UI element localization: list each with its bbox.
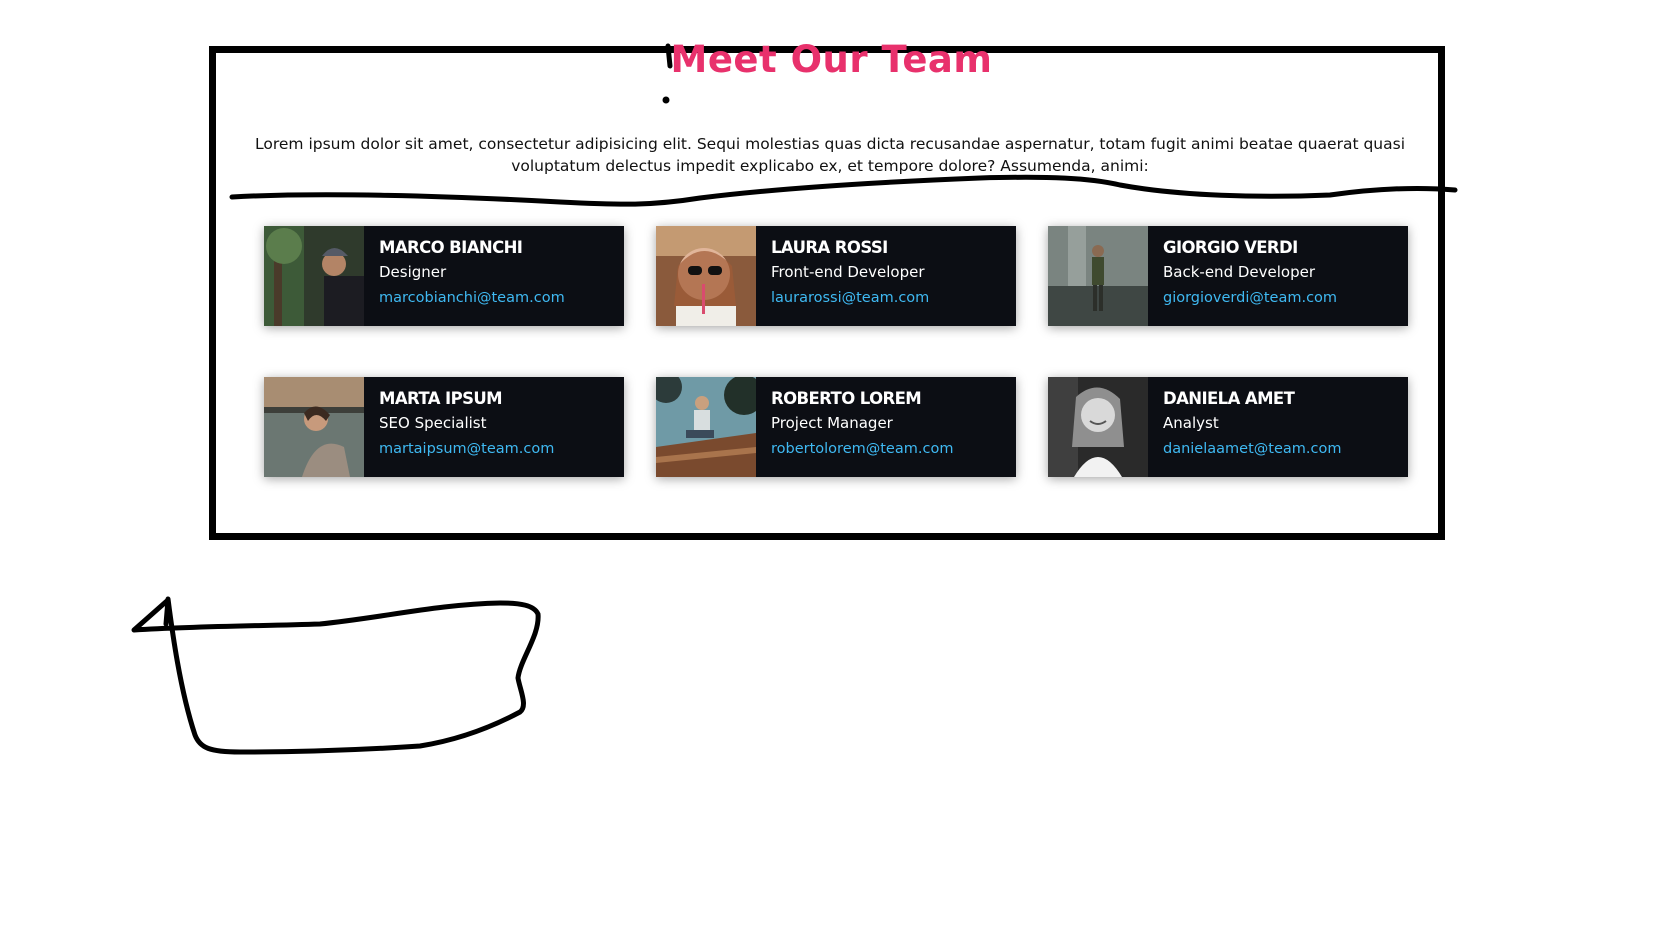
section-title: Meet Our Team	[670, 38, 993, 81]
team-card: LAURA ROSSI Front-end Developer lauraros…	[656, 226, 1016, 326]
member-name: LAURA ROSSI	[771, 238, 888, 257]
member-name: MARCO BIANCHI	[379, 238, 523, 257]
team-card: MARTA IPSUM SEO Specialist martaipsum@te…	[264, 377, 624, 477]
member-role: Front-end Developer	[771, 263, 925, 281]
member-email-link[interactable]: giorgioverdi@team.com	[1163, 290, 1337, 306]
woman-lake-sunset-photo	[264, 377, 364, 477]
man-in-beanie-forest-photo	[264, 226, 364, 326]
member-role: Back-end Developer	[1163, 263, 1315, 281]
member-name: GIORGIO VERDI	[1163, 238, 1298, 257]
man-sitting-boat-photo	[656, 377, 756, 477]
member-role: Project Manager	[771, 414, 893, 432]
section-intro: Lorem ipsum dolor sit amet, consectetur …	[255, 135, 1405, 175]
member-email-link[interactable]: robertolorem@team.com	[771, 441, 953, 457]
member-email-link[interactable]: marcobianchi@team.com	[379, 290, 565, 306]
team-card: DANIELA AMET Analyst danielaamet@team.co…	[1048, 377, 1408, 477]
woman-sunglasses-drink-photo	[656, 226, 756, 326]
member-role: Designer	[379, 263, 447, 281]
member-email-link[interactable]: martaipsum@team.com	[379, 441, 554, 457]
man-waterfall-photo	[1048, 226, 1148, 326]
member-name: DANIELA AMET	[1163, 389, 1295, 408]
member-role: Analyst	[1163, 414, 1219, 432]
box-stroke	[131, 596, 541, 755]
member-email-link[interactable]: laurarossi@team.com	[771, 290, 929, 306]
member-name: MARTA IPSUM	[379, 389, 503, 408]
team-card: GIORGIO VERDI Back-end Developer giorgio…	[1048, 226, 1408, 326]
team-card: MARCO BIANCHI Designer marcobianchi@team…	[264, 226, 624, 326]
member-role: SEO Specialist	[379, 414, 487, 432]
member-email-link[interactable]: danielaamet@team.com	[1163, 441, 1341, 457]
smiling-woman-bw-photo	[1048, 377, 1148, 477]
member-name: ROBERTO LOREM	[771, 389, 922, 408]
team-card: ROBERTO LOREM Project Manager robertolor…	[656, 377, 1016, 477]
